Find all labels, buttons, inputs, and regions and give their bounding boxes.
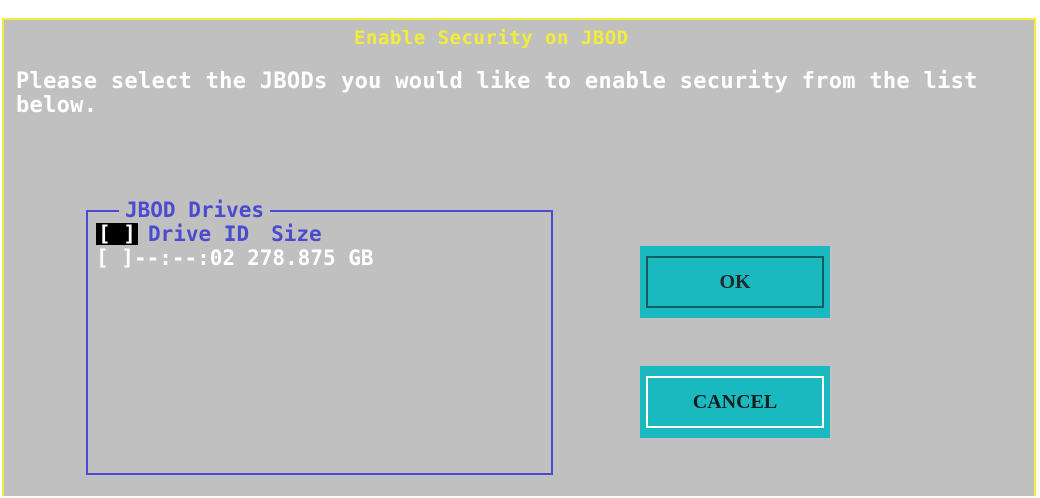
select-all-checkbox[interactable]: [ ]: [96, 223, 138, 245]
ok-button-label: OK: [646, 256, 824, 308]
cancel-button-label: CANCEL: [646, 376, 824, 428]
drive-id-column-header: Drive ID: [147, 222, 250, 246]
drive-size: 278.875 GB: [247, 246, 374, 270]
drive-checkbox[interactable]: [ ]: [96, 246, 134, 270]
jbod-drives-title: JBOD Drives: [119, 198, 271, 222]
ok-button[interactable]: OK: [640, 246, 830, 318]
drive-row[interactable]: [ ] --:--:02 278.875 GB: [96, 246, 374, 270]
drive-id: --:--:02: [133, 246, 236, 270]
instructions-text: Please select the JBODs you would like t…: [16, 69, 992, 118]
bios-screen: Enable Security on JBOD Please select th…: [0, 0, 1040, 498]
cancel-button[interactable]: CANCEL: [640, 366, 830, 438]
size-column-header: Size: [271, 222, 322, 246]
dialog-title: Enable Security on JBOD: [346, 25, 637, 51]
jbod-list-header: [ ] Drive ID Size: [96, 222, 322, 246]
